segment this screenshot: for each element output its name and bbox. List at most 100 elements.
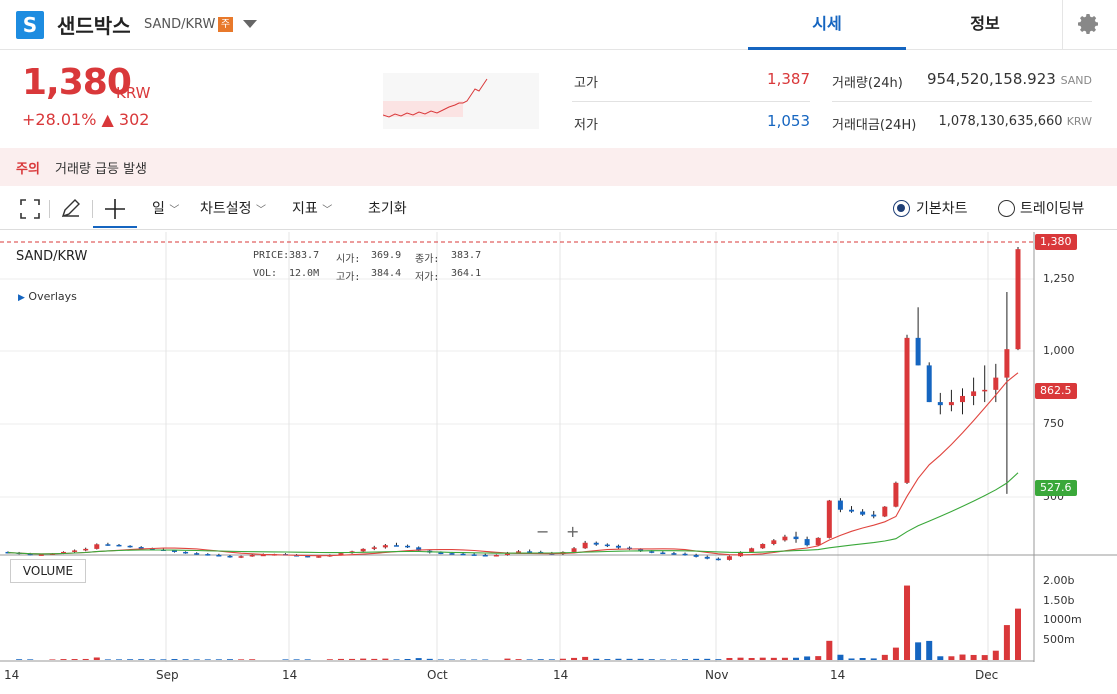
candle-body xyxy=(72,550,78,552)
volume-bar xyxy=(892,647,899,660)
candle-body xyxy=(671,553,677,555)
y-tick: 750 xyxy=(1043,417,1064,430)
price-unit: KRW xyxy=(116,84,151,102)
gear-icon[interactable] xyxy=(1077,12,1101,36)
stat-divider xyxy=(572,101,810,102)
volume-bar xyxy=(526,659,533,660)
candlestick-chart-svg[interactable] xyxy=(0,232,1117,694)
volume-bar xyxy=(404,659,411,660)
candle-body xyxy=(83,548,89,551)
volume-bar xyxy=(160,659,167,660)
volume-bar xyxy=(1015,608,1021,660)
volume-bar xyxy=(382,658,389,660)
change-amount: ▲ 302 xyxy=(101,110,150,129)
price-change: +28.01% ▲ 302 xyxy=(22,110,149,129)
coin-name[interactable]: 샌드박스 xyxy=(57,10,131,39)
volume-bar xyxy=(859,658,866,660)
reset-button[interactable]: 초기화 xyxy=(368,198,407,218)
volume-bar xyxy=(138,659,145,660)
candle-body xyxy=(804,539,810,546)
change-percent: +28.01% xyxy=(22,110,97,129)
trading-view-label[interactable]: 트레이딩뷰 xyxy=(1020,198,1084,218)
volume-bar xyxy=(71,659,78,660)
candle-body xyxy=(438,552,444,555)
volume-bar xyxy=(881,654,888,660)
candle-body xyxy=(837,500,843,510)
candle-body xyxy=(948,402,954,406)
candle-body xyxy=(382,545,388,548)
tab-market[interactable]: 시세 xyxy=(748,0,906,50)
volume-bar xyxy=(437,659,444,660)
high-info-label: 고가: xyxy=(336,272,361,283)
volume-bar xyxy=(981,655,988,660)
volume-panel-label[interactable]: VOLUME xyxy=(10,559,86,583)
pencil-icon[interactable] xyxy=(60,198,82,220)
chart-symbol: SAND/KRW xyxy=(16,249,88,264)
ma-short-tag: 862.5 xyxy=(1035,383,1077,399)
candle-body xyxy=(105,544,111,546)
overlays-label: Overlays xyxy=(28,290,77,303)
chart-settings-label: 차트설정 xyxy=(200,201,252,217)
x-tick: Sep xyxy=(156,668,179,682)
chevron-down-icon: ﹀ xyxy=(255,205,266,216)
candle-body xyxy=(405,545,411,548)
price-info-value: 383.7 xyxy=(289,250,320,261)
period-select[interactable]: 일 ﹀ xyxy=(152,198,179,218)
volume-bar xyxy=(115,659,122,660)
coin-dropdown-icon[interactable] xyxy=(243,20,257,28)
zoom-in-button[interactable]: + xyxy=(566,522,579,541)
high-label: 고가 xyxy=(574,76,598,91)
x-tick: 14 xyxy=(4,668,20,682)
open-info-label: 시가: xyxy=(336,254,361,265)
candle-body xyxy=(960,395,966,403)
crosshair-icon[interactable] xyxy=(104,198,126,220)
volume-bar xyxy=(460,659,467,660)
indicators-menu[interactable]: 지표 ﹀ xyxy=(292,198,332,218)
candle-body xyxy=(904,337,910,483)
basic-chart-label[interactable]: 기본차트 xyxy=(916,198,968,218)
candle-body xyxy=(593,542,599,545)
candle-body xyxy=(316,556,322,558)
trading-view-radio[interactable] xyxy=(998,200,1015,217)
volume-amount: 954,520,158.923 xyxy=(926,70,1056,88)
overlays-toggle[interactable]: ▶ Overlays xyxy=(18,290,77,303)
volume-bar xyxy=(959,654,966,660)
candle-body xyxy=(604,544,610,547)
low-info-label: 저가: xyxy=(415,272,440,283)
fullscreen-icon[interactable] xyxy=(20,199,40,219)
volume-bar xyxy=(826,640,833,660)
sandbox-logo: S xyxy=(16,11,44,39)
zoom-out-button[interactable]: − xyxy=(536,522,549,541)
volume-bar xyxy=(349,658,356,660)
volume-bar xyxy=(304,659,311,660)
volume-bar xyxy=(93,657,100,660)
volume-bar xyxy=(615,658,622,660)
basic-chart-radio[interactable] xyxy=(893,200,910,217)
volume-bar xyxy=(293,659,300,660)
candle-body xyxy=(460,553,466,556)
ma-long-tag: 527.6 xyxy=(1035,480,1077,496)
triangle-right-icon: ▶ xyxy=(18,293,25,303)
volume-bar xyxy=(937,656,944,660)
candle-body xyxy=(183,551,189,554)
chart-settings-menu[interactable]: 차트설정 ﹀ xyxy=(200,198,266,218)
candle-body xyxy=(94,544,100,549)
volume-bar xyxy=(737,657,744,660)
candle-body xyxy=(971,391,977,396)
toolbar-separator xyxy=(49,200,50,218)
candle-body xyxy=(660,552,666,555)
price-chart[interactable]: SAND/KRW PRICE: 383.7 시가: 369.9 종가: 383.… xyxy=(0,232,1117,694)
volume-bar xyxy=(682,659,689,660)
volume-bar xyxy=(926,640,933,660)
candle-body xyxy=(771,540,777,544)
vol-info-label: VOL: xyxy=(253,268,278,279)
candle-body xyxy=(749,548,755,552)
volume-bar xyxy=(238,659,245,660)
volume-bar xyxy=(504,658,511,660)
tab-info[interactable]: 정보 xyxy=(906,0,1064,50)
volume-bar xyxy=(193,659,200,660)
candle-body xyxy=(815,537,821,546)
price-info-label: PRICE: xyxy=(253,250,290,261)
candle-body xyxy=(38,554,44,556)
volume-bar xyxy=(670,659,677,660)
